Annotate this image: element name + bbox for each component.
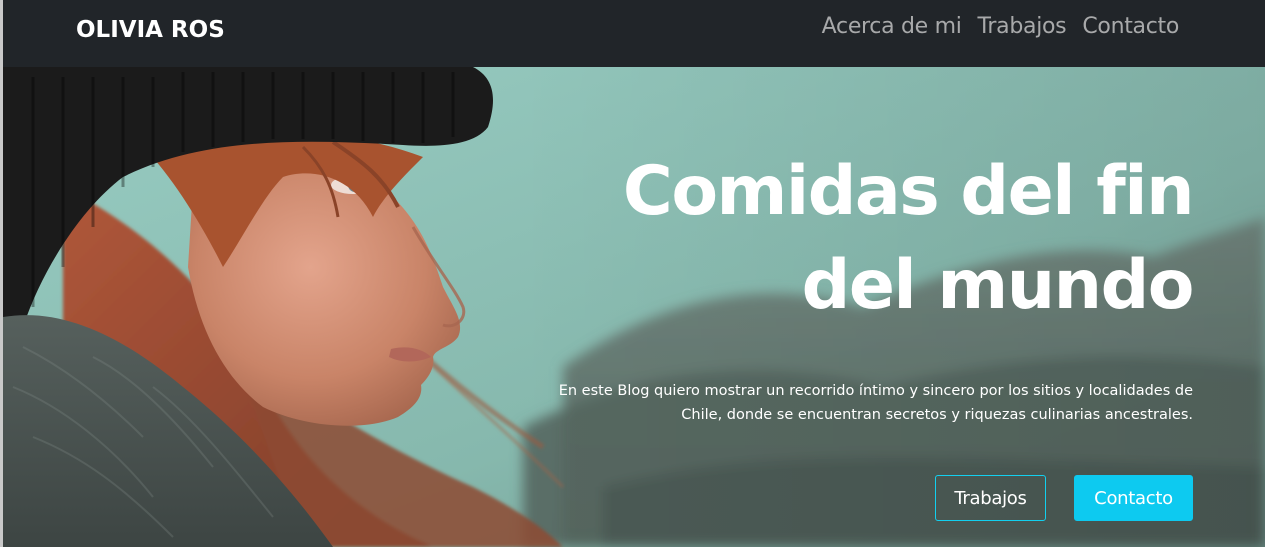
trabajos-button[interactable]: Trabajos bbox=[935, 475, 1046, 521]
hero-description: En este Blog quiero mostrar un recorrido… bbox=[558, 383, 1193, 423]
brand-logo[interactable]: OLIVIA ROS bbox=[76, 17, 225, 43]
hero-title: Comidas del fin del mundo bbox=[622, 152, 1195, 325]
nav-links: Acerca de mi Trabajos Contacto bbox=[814, 14, 1187, 39]
nav-link-contacto[interactable]: Contacto bbox=[1074, 14, 1187, 39]
page: OLIVIA ROS Acerca de mi Trabajos Contact… bbox=[0, 0, 1265, 547]
hero-section: Comidas del fin del mundo En este Blog q… bbox=[3, 67, 1265, 547]
nav-link-trabajos[interactable]: Trabajos bbox=[970, 14, 1075, 39]
contacto-button[interactable]: Contacto bbox=[1074, 475, 1193, 521]
top-navbar: OLIVIA ROS Acerca de mi Trabajos Contact… bbox=[3, 0, 1265, 67]
nav-link-acerca[interactable]: Acerca de mi bbox=[814, 14, 970, 39]
